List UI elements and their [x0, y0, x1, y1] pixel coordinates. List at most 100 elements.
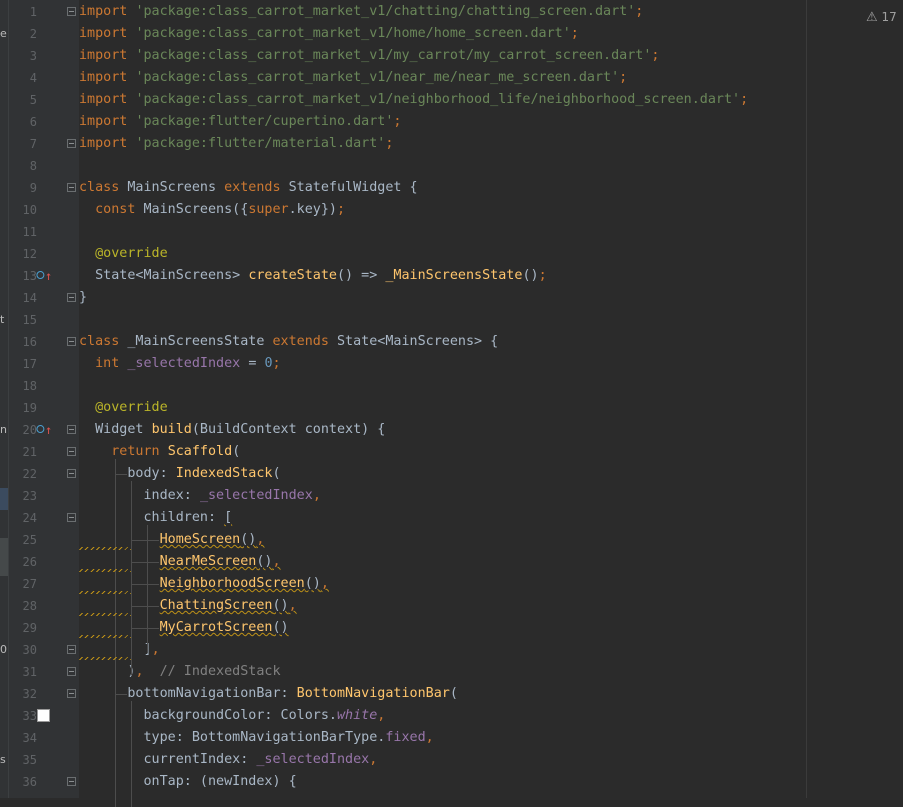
editor-gutter[interactable]: 1 2 3 4 5 6 7 8 9 10 11 12 13 14 15 16 17 18 19 20 21 22 23 24 2…: [9, 0, 79, 798]
project-tree-fragment[interactable]: n.: [0, 423, 8, 437]
code-token: _selectedIndex: [127, 356, 249, 371]
code-token: ;: [385, 136, 394, 151]
fold-toggle-icon[interactable]: [67, 139, 76, 148]
code-token: class: [79, 180, 128, 195]
fold-toggle-icon[interactable]: [67, 689, 76, 698]
indent-guide: [115, 474, 128, 475]
code-token: BottomNavigationBar: [296, 686, 450, 701]
indent-guide: [131, 701, 133, 807]
fold-toggle-icon[interactable]: [67, 7, 76, 16]
fold-toggle-icon[interactable]: [67, 645, 76, 654]
code-line[interactable]: body: IndexedStack(: [79, 463, 280, 485]
code-token: 0: [264, 356, 273, 371]
line-number: 9: [29, 181, 37, 195]
code-token: Scaffold: [167, 444, 233, 459]
warning-triangle-icon: ⚠: [866, 10, 878, 25]
code-line[interactable]: @override: [79, 243, 168, 265]
code-line[interactable]: State<MainScreens> createState() => _Mai…: [79, 265, 547, 287]
code-token: MainScreens: [127, 180, 225, 195]
code-line[interactable]: import 'package:class_carrot_market_v1/n…: [79, 89, 748, 111]
code-line[interactable]: onTap: (newIndex) {: [79, 771, 296, 793]
code-line[interactable]: import 'package:class_carrot_market_v1/c…: [79, 1, 643, 23]
code-line[interactable]: children: [: [79, 507, 232, 529]
code-token: fixed: [385, 730, 426, 745]
code-line[interactable]: currentIndex: _selectedIndex,: [79, 749, 377, 771]
code-token: 'package:class_carrot_market_v1/neighbor…: [135, 92, 741, 107]
code-line[interactable]: }: [79, 287, 87, 309]
fold-toggle-icon[interactable]: [67, 777, 76, 786]
line-number: 3: [29, 49, 37, 63]
code-line[interactable]: int _selectedIndex = 0;: [79, 353, 280, 375]
fold-toggle-icon[interactable]: [67, 469, 76, 478]
project-tree-fragment[interactable]: t: [0, 313, 8, 327]
code-line[interactable]: bottomNavigationBar: BottomNavigationBar…: [79, 683, 458, 705]
indent-guide: [115, 459, 117, 807]
code-line[interactable]: import 'package:class_carrot_market_v1/m…: [79, 45, 659, 67]
overrides-arrow-icon[interactable]: ↑: [45, 419, 52, 441]
code-token: ,: [312, 488, 321, 503]
code-token: extends: [272, 334, 337, 349]
project-tree-fragment[interactable]: 0: [0, 643, 8, 657]
fold-toggle-icon[interactable]: [67, 183, 76, 192]
code-token: build: [151, 422, 192, 437]
line-number: 32: [22, 687, 37, 701]
code-editor[interactable]: import 'package:class_carrot_market_v1/c…: [79, 0, 903, 807]
code-line[interactable]: ), // IndexedStack: [79, 661, 280, 683]
line-number: 21: [22, 445, 37, 459]
inspection-widget[interactable]: ⚠ 17: [866, 8, 897, 26]
code-token: int: [95, 356, 128, 371]
code-token: import: [79, 26, 136, 41]
warning-count: 17: [881, 10, 897, 24]
code-token: ;: [635, 4, 644, 19]
fold-toggle-icon[interactable]: [67, 337, 76, 346]
code-token: ;: [393, 114, 402, 129]
overrides-arrow-icon[interactable]: ↑: [45, 265, 52, 287]
code-token: ,: [320, 576, 329, 591]
code-token: (: [232, 444, 241, 459]
code-token: @override: [95, 246, 168, 261]
code-token: import: [79, 114, 136, 129]
project-tree-fragment[interactable]: e: [0, 27, 8, 41]
code-line[interactable]: class _MainScreensState extends State<Ma…: [79, 331, 498, 353]
override-circle-icon[interactable]: ⭘: [36, 265, 45, 287]
code-line[interactable]: @override: [79, 397, 168, 419]
code-token: .key}): [288, 202, 337, 217]
code-line[interactable]: import 'package:flutter/material.dart';: [79, 133, 393, 155]
project-panel-strip[interactable]: e t n. 0 s: [0, 0, 9, 798]
code-line[interactable]: import 'package:flutter/cupertino.dart';: [79, 111, 401, 133]
project-tree-fragment[interactable]: s: [0, 753, 8, 767]
line-number: 22: [22, 467, 37, 481]
line-number: 34: [22, 731, 37, 745]
code-token: bottomNavigationBar:: [79, 686, 297, 701]
code-token: 'package:class_carrot_market_v1/my_carro…: [135, 48, 652, 63]
code-token: ,: [425, 730, 434, 745]
indent-guide: [131, 562, 160, 563]
code-token: Widget: [79, 422, 152, 437]
code-line[interactable]: backgroundColor: Colors.white,: [79, 705, 385, 727]
fold-toggle-icon[interactable]: [67, 513, 76, 522]
warning-squiggle: [79, 657, 131, 660]
code-line[interactable]: Widget build(BuildContext context) {: [79, 419, 385, 441]
fold-toggle-icon[interactable]: [67, 293, 76, 302]
fold-toggle-icon[interactable]: [67, 425, 76, 434]
code-line[interactable]: class MainScreens extends StatefulWidget…: [79, 177, 418, 199]
fold-toggle-icon[interactable]: [67, 447, 76, 456]
fold-toggle-icon[interactable]: [67, 667, 76, 676]
code-token: MainScreens({: [143, 202, 249, 217]
code-token: _selectedIndex: [199, 488, 313, 503]
code-line[interactable]: const MainScreens({super.key});: [79, 199, 345, 221]
code-token: body:: [79, 466, 176, 481]
code-line[interactable]: return Scaffold(: [79, 441, 240, 463]
line-number: 15: [22, 313, 37, 327]
code-token: ): [79, 664, 136, 679]
code-token: NeighborhoodScreen: [159, 576, 305, 591]
code-token: (BuildContext context) {: [191, 422, 386, 437]
code-line[interactable]: import 'package:class_carrot_market_v1/h…: [79, 23, 579, 45]
code-token: (): [522, 268, 539, 283]
code-token: white: [336, 708, 378, 723]
color-swatch-icon[interactable]: [37, 709, 50, 722]
override-circle-icon[interactable]: ⭘: [36, 419, 45, 441]
code-line[interactable]: import 'package:class_carrot_market_v1/n…: [79, 67, 627, 89]
indent-guide: [131, 481, 133, 675]
